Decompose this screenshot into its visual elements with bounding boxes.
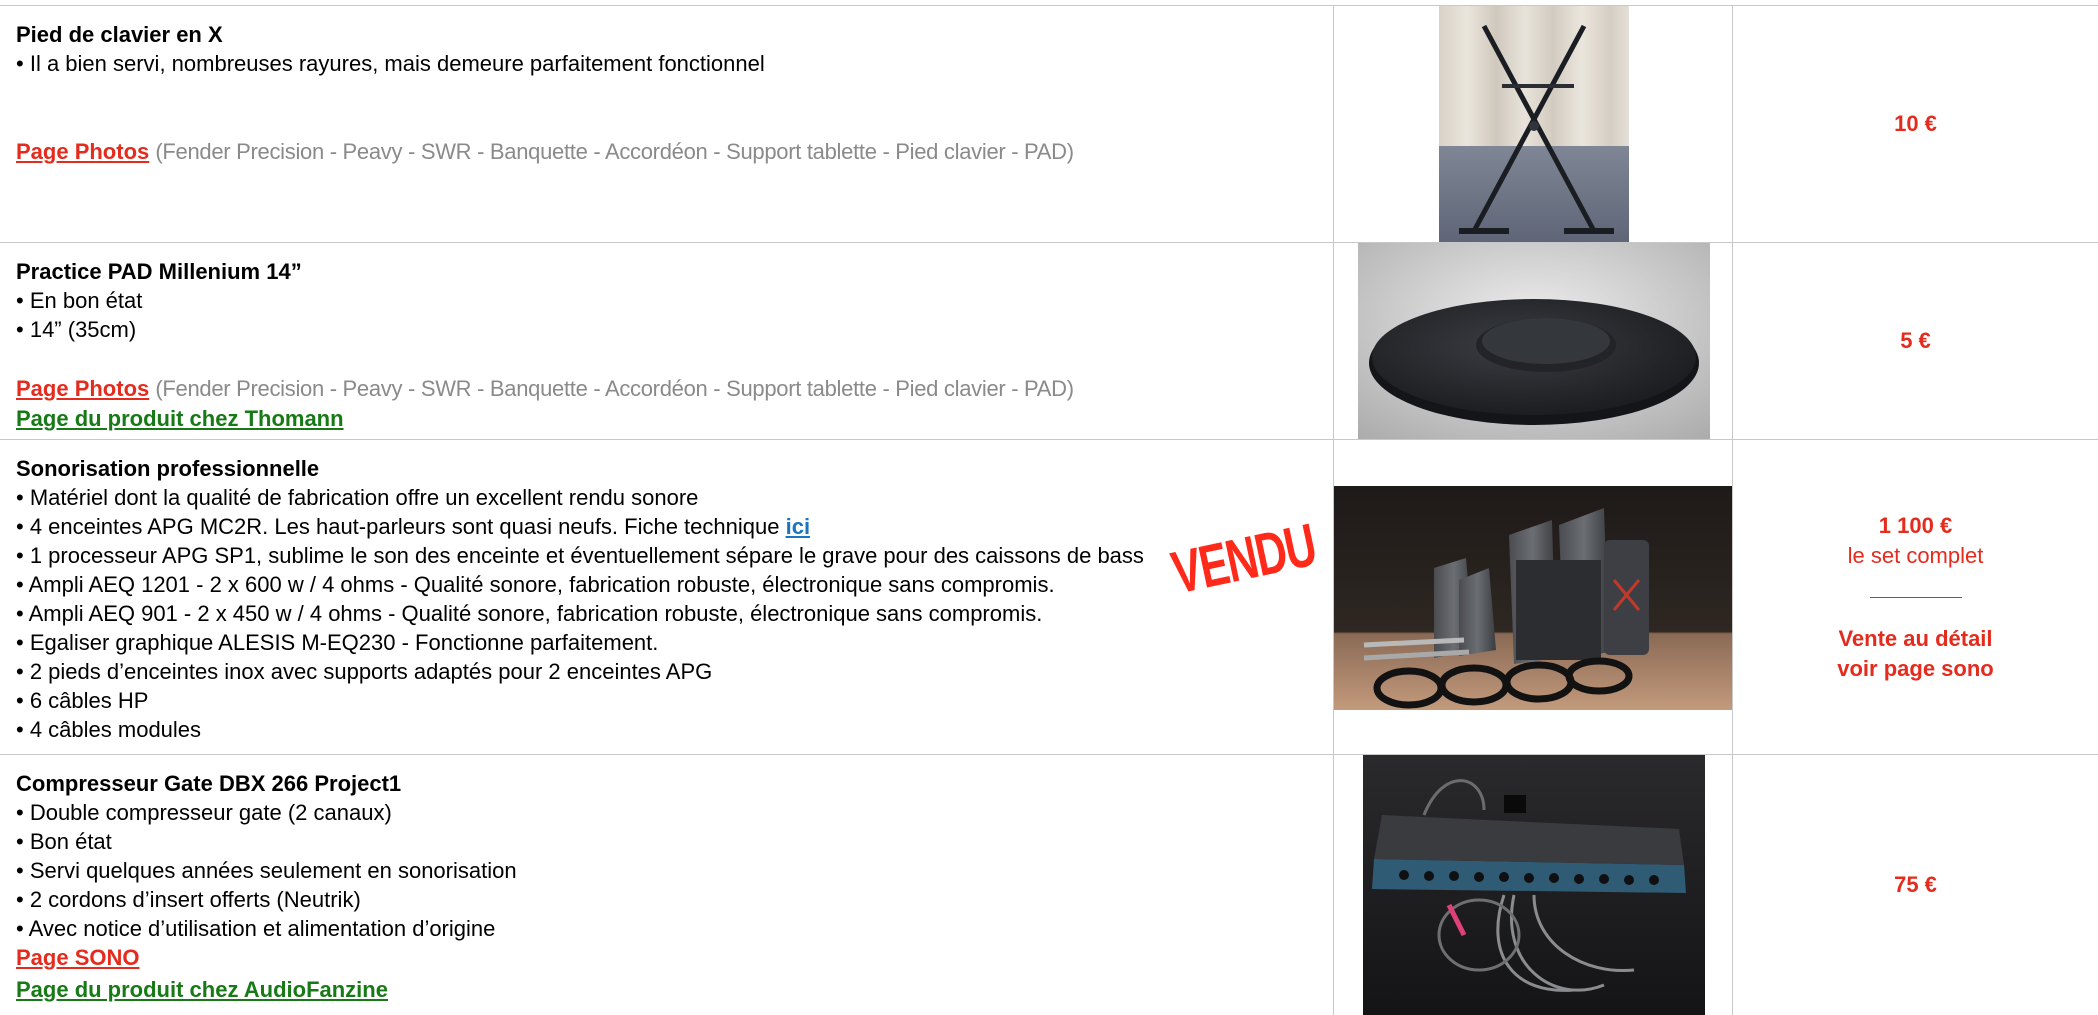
item-bullet: Ampli AEQ 1201 - 2 x 600 w / 4 ohms - Qu…: [16, 570, 1333, 599]
item-title: Compresseur Gate DBX 266 Project1: [16, 771, 402, 796]
detail-sale-line1: Vente au détail: [1838, 625, 1993, 651]
description-cell: Practice PAD Millenium 14” En bon état 1…: [0, 243, 1334, 439]
item-bullet: Il a bien servi, nombreuses rayures, mai…: [16, 49, 1333, 78]
description-cell: Sonorisation professionnelle Matériel do…: [0, 440, 1334, 754]
price-cell: 5 €: [1733, 243, 2098, 439]
price-cell: 75 €: [1733, 755, 2098, 1015]
price-cell: 10 €: [1733, 6, 2098, 242]
keyboard-stand-image: [1439, 6, 1629, 242]
photos-list: (Fender Precision - Peavy - SWR - Banque…: [155, 139, 1074, 164]
item-bullet: En bon état: [16, 286, 1333, 315]
item-bullet: 2 cordons d’insert offerts (Neutrik): [16, 885, 1333, 914]
price: 75 €: [1894, 872, 1937, 897]
table-row: Practice PAD Millenium 14” En bon état 1…: [0, 243, 2098, 440]
photos-link-row: Page Photos (Fender Precision - Peavy - …: [16, 373, 1333, 404]
price-cell: 1 100 € le set complet Vente au détail v…: [1733, 440, 2098, 754]
photos-page-link[interactable]: Page Photos: [16, 139, 149, 164]
photos-list: (Fender Precision - Peavy - SWR - Banque…: [155, 376, 1074, 401]
table-row: Sonorisation professionnelle Matériel do…: [0, 440, 2098, 755]
product-photo-sound-system: [1334, 440, 1733, 754]
thomann-product-link[interactable]: Page du produit chez Thomann: [16, 406, 344, 431]
product-photo-practice-pad: [1334, 243, 1733, 439]
sound-system-image: [1334, 486, 1732, 710]
item-bullet: Bon état: [16, 827, 1333, 856]
item-bullet: Avec notice d’utilisation et alimentatio…: [16, 914, 1333, 943]
practice-pad-image: [1358, 243, 1710, 439]
sono-page-link[interactable]: Page SONO: [16, 945, 139, 970]
product-photo-keyboard-stand: [1334, 6, 1733, 242]
price: 10 €: [1894, 111, 1937, 136]
spec-sheet-link[interactable]: ici: [786, 514, 810, 539]
price: 1 100 €: [1878, 512, 1953, 538]
item-title: Practice PAD Millenium 14”: [16, 259, 302, 284]
item-title: Sonorisation professionnelle: [16, 456, 320, 481]
description-cell: Pied de clavier en X Il a bien servi, no…: [0, 6, 1334, 242]
item-bullet: 6 câbles HP: [16, 686, 1333, 715]
price-divider: [1869, 596, 1962, 598]
description-cell: Compresseur Gate DBX 266 Project1 Double…: [0, 755, 1334, 1015]
product-photo-compressor: [1334, 755, 1733, 1015]
photos-page-link[interactable]: Page Photos: [16, 376, 149, 401]
products-table: Pied de clavier en X Il a bien servi, no…: [0, 5, 2098, 1015]
table-row: Compresseur Gate DBX 266 Project1 Double…: [0, 755, 2098, 1015]
photos-link-row: Page Photos (Fender Precision - Peavy - …: [16, 136, 1333, 167]
price-note: le set complet: [1847, 542, 1984, 568]
item-bullet: 1 processeur APG SP1, sublime le son des…: [16, 541, 1333, 570]
audiofanzine-product-link[interactable]: Page du produit chez AudioFanzine: [16, 977, 388, 1002]
item-bullet: Egaliser graphique ALESIS M-EQ230 - Fonc…: [16, 628, 1333, 657]
item-bullet: 4 enceintes APG MC2R. Les haut-parleurs …: [16, 512, 1333, 541]
item-title: Pied de clavier en X: [16, 22, 223, 47]
detail-sale-line2: voir page sono: [1837, 655, 1994, 681]
compressor-image: [1363, 755, 1705, 1015]
item-bullet: 14” (35cm): [16, 315, 1333, 344]
item-bullet: Matériel dont la qualité de fabrication …: [16, 483, 1333, 512]
item-bullet: 2 pieds d’enceintes inox avec supports a…: [16, 657, 1333, 686]
item-bullet: Double compresseur gate (2 canaux): [16, 798, 1333, 827]
item-bullet: 4 câbles modules: [16, 715, 1333, 744]
price: 5 €: [1900, 328, 1931, 353]
table-row: Pied de clavier en X Il a bien servi, no…: [0, 6, 2098, 243]
item-bullet: Ampli AEQ 901 - 2 x 450 w / 4 ohms - Qua…: [16, 599, 1333, 628]
item-bullet: Servi quelques années seulement en sonor…: [16, 856, 1333, 885]
